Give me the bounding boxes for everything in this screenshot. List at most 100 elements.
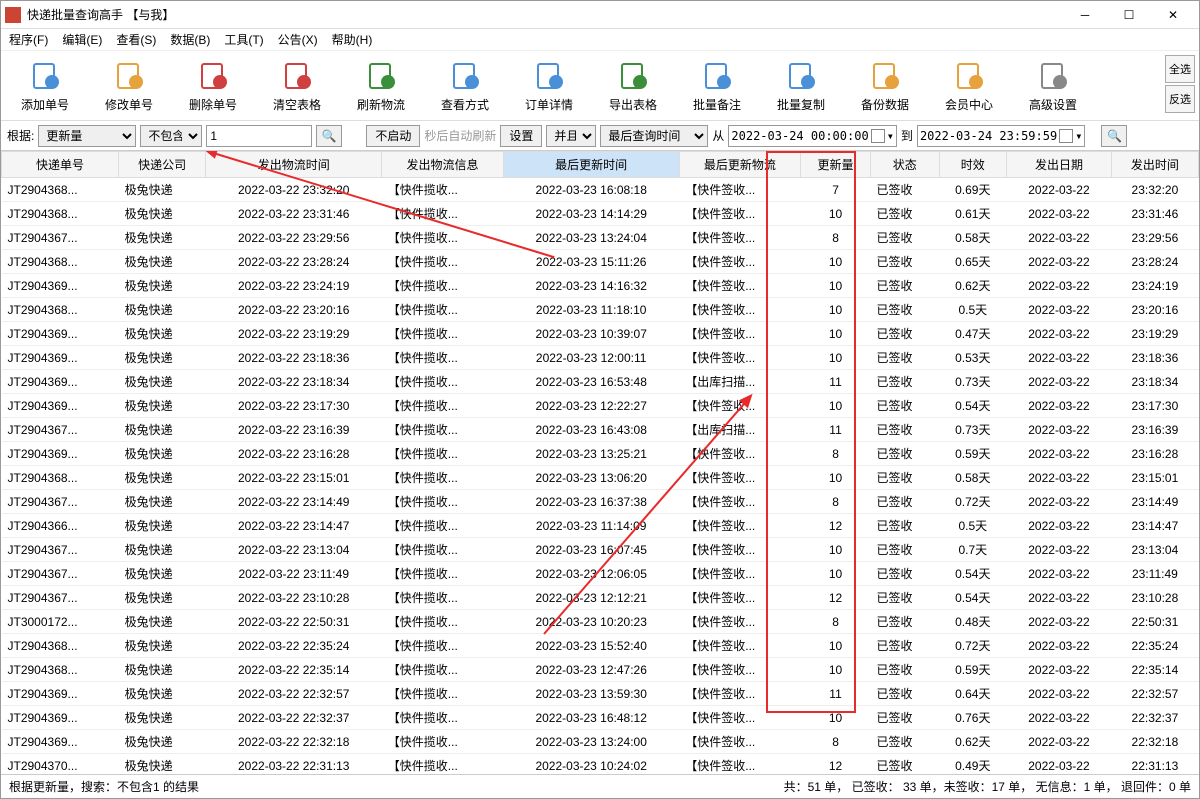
no-start-button[interactable]: 不启动 [366, 125, 420, 147]
cell: 23:28:24 [1111, 250, 1198, 274]
menu-item[interactable]: 帮助(H) [332, 31, 373, 48]
toolbar-refresh-button[interactable]: 刷新物流 [343, 56, 419, 115]
table-row[interactable]: JT2904369...极兔快递2022-03-22 23:18:34【快件揽收… [2, 370, 1199, 394]
cell: 22:32:57 [1111, 682, 1198, 706]
filter-op-select[interactable]: 不包含 [140, 125, 202, 147]
toolbar-clear-button[interactable]: 清空表格 [259, 56, 335, 115]
table-row[interactable]: JT2904368...极兔快递2022-03-22 22:35:24【快件揽收… [2, 634, 1199, 658]
cell: 7 [801, 178, 871, 202]
table-row[interactable]: JT2904367...极兔快递2022-03-22 23:29:56【快件揽收… [2, 226, 1199, 250]
table-row[interactable]: JT2904368...极兔快递2022-03-22 23:15:01【快件揽收… [2, 466, 1199, 490]
filter-search-button[interactable]: 🔍 [1101, 125, 1127, 147]
and-select[interactable]: 并且 [546, 125, 596, 147]
backup-icon [865, 58, 905, 94]
cell: 极兔快递 [119, 418, 206, 442]
cell: 【快件揽收... [382, 202, 503, 226]
column-header[interactable]: 发出时间 [1111, 152, 1198, 178]
menu-item[interactable]: 数据(B) [170, 31, 210, 48]
cell: 已签收 [871, 538, 940, 562]
cell: 【出库扫描... [679, 418, 800, 442]
toolbar-export-button[interactable]: 导出表格 [595, 56, 671, 115]
table-row[interactable]: JT2904368...极兔快递2022-03-22 22:35:14【快件揽收… [2, 658, 1199, 682]
toolbar-copy-button[interactable]: 批量复制 [763, 56, 839, 115]
cell: 2022-03-22 22:35:14 [206, 658, 382, 682]
table-row[interactable]: JT2904367...极兔快递2022-03-22 23:14:49【快件揽收… [2, 490, 1199, 514]
cell: 2022-03-22 23:17:30 [206, 394, 382, 418]
table-row[interactable]: JT2904369...极兔快递2022-03-22 22:32:37【快件揽收… [2, 706, 1199, 730]
filter-field-select[interactable]: 更新量 [38, 125, 136, 147]
column-header[interactable]: 快递公司 [119, 152, 206, 178]
table-row[interactable]: JT2904370...极兔快递2022-03-22 22:31:13【快件揽收… [2, 754, 1199, 775]
table-row[interactable]: JT2904369...极兔快递2022-03-22 22:32:57【快件揽收… [2, 682, 1199, 706]
table-row[interactable]: JT2904367...极兔快递2022-03-22 23:13:04【快件揽收… [2, 538, 1199, 562]
toolbar-list-button[interactable]: 订单详情 [511, 56, 587, 115]
cell: 【快件签收... [679, 178, 800, 202]
last-query-select[interactable]: 最后查询时间 [600, 125, 708, 147]
cell: JT2904369... [2, 394, 119, 418]
toolbar-doc-del-button[interactable]: 删除单号 [175, 56, 251, 115]
invert-select-button[interactable]: 反选 [1165, 85, 1195, 113]
cell: 已签收 [871, 370, 940, 394]
table-row[interactable]: JT2904367...极兔快递2022-03-22 23:16:39【快件揽收… [2, 418, 1199, 442]
menu-item[interactable]: 查看(S) [116, 31, 156, 48]
cell: 2022-03-22 22:31:13 [206, 754, 382, 775]
toolbar-backup-button[interactable]: 备份数据 [847, 56, 923, 115]
cell: 已签收 [871, 394, 940, 418]
toolbar-view-button[interactable]: 查看方式 [427, 56, 503, 115]
minimize-button[interactable]: ─ [1063, 2, 1107, 28]
column-header[interactable]: 最后更新物流 [679, 152, 800, 178]
toolbar-settings-button[interactable]: 高级设置 [1015, 56, 1091, 115]
cell: 12 [801, 754, 871, 775]
table-row[interactable]: JT2904368...极兔快递2022-03-22 23:20:16【快件揽收… [2, 298, 1199, 322]
toolbar-doc-plus-button[interactable]: 添加单号 [7, 56, 83, 115]
table-row[interactable]: JT2904368...极兔快递2022-03-22 23:28:24【快件揽收… [2, 250, 1199, 274]
toolbar-note-button[interactable]: 批量备注 [679, 56, 755, 115]
cell: JT2904369... [2, 730, 119, 754]
cell: 已签收 [871, 274, 940, 298]
cell: 【快件签收... [679, 466, 800, 490]
column-header[interactable]: 快递单号 [2, 152, 119, 178]
menu-item[interactable]: 公告(X) [278, 31, 318, 48]
toolbar-doc-edit-button[interactable]: 修改单号 [91, 56, 167, 115]
search-button[interactable]: 🔍 [316, 125, 342, 147]
toolbar-member-button[interactable]: 会员中心 [931, 56, 1007, 115]
table-row[interactable]: JT2904367...极兔快递2022-03-22 23:11:49【快件揽收… [2, 562, 1199, 586]
select-all-button[interactable]: 全选 [1165, 55, 1195, 83]
table-row[interactable]: JT2904369...极兔快递2022-03-22 23:19:29【快件揽收… [2, 322, 1199, 346]
settings-button[interactable]: 设置 [500, 125, 542, 147]
cell: 2022-03-23 10:24:02 [503, 754, 679, 775]
table-row[interactable]: JT2904369...极兔快递2022-03-22 23:18:36【快件揽收… [2, 346, 1199, 370]
cell: 【快件揽收... [382, 562, 503, 586]
close-button[interactable]: ✕ [1151, 2, 1195, 28]
date-from-input[interactable]: 2022-03-24 00:00:00▾ [728, 125, 897, 147]
cell: 极兔快递 [119, 586, 206, 610]
toolbar-label: 添加单号 [21, 96, 69, 113]
table-row[interactable]: JT2904369...极兔快递2022-03-22 23:17:30【快件揽收… [2, 394, 1199, 418]
menu-item[interactable]: 工具(T) [224, 31, 263, 48]
filter-value-input[interactable] [206, 125, 312, 147]
cell: 2022-03-22 [1007, 586, 1112, 610]
table-row[interactable]: JT2904368...极兔快递2022-03-22 23:31:46【快件揽收… [2, 202, 1199, 226]
table-row[interactable]: JT2904369...极兔快递2022-03-22 23:24:19【快件揽收… [2, 274, 1199, 298]
column-header[interactable]: 发出物流信息 [382, 152, 503, 178]
column-header[interactable]: 发出物流时间 [206, 152, 382, 178]
column-header[interactable]: 最后更新时间 [503, 152, 679, 178]
cell: 【快件签收... [679, 682, 800, 706]
column-header[interactable]: 更新量 [801, 152, 871, 178]
table-row[interactable]: JT2904367...极兔快递2022-03-22 23:10:28【快件揽收… [2, 586, 1199, 610]
menu-item[interactable]: 编辑(E) [62, 31, 102, 48]
column-header[interactable]: 时效 [939, 152, 1007, 178]
column-header[interactable]: 发出日期 [1007, 152, 1112, 178]
table-row[interactable]: JT3000172...极兔快递2022-03-22 22:50:31【快件揽收… [2, 610, 1199, 634]
data-table-wrap[interactable]: 快递单号快递公司发出物流时间发出物流信息最后更新时间最后更新物流更新量状态时效发… [1, 151, 1199, 774]
maximize-button[interactable]: ☐ [1107, 2, 1151, 28]
table-row[interactable]: JT2904369...极兔快递2022-03-22 22:32:18【快件揽收… [2, 730, 1199, 754]
table-row[interactable]: JT2904369...极兔快递2022-03-22 23:16:28【快件揽收… [2, 442, 1199, 466]
table-row[interactable]: JT2904368...极兔快递2022-03-22 23:32:20【快件揽收… [2, 178, 1199, 202]
cell: 10 [801, 634, 871, 658]
menu-item[interactable]: 程序(F) [9, 31, 48, 48]
cell: JT2904368... [2, 178, 119, 202]
date-to-input[interactable]: 2022-03-24 23:59:59▾ [917, 125, 1086, 147]
column-header[interactable]: 状态 [871, 152, 940, 178]
table-row[interactable]: JT2904366...极兔快递2022-03-22 23:14:47【快件揽收… [2, 514, 1199, 538]
